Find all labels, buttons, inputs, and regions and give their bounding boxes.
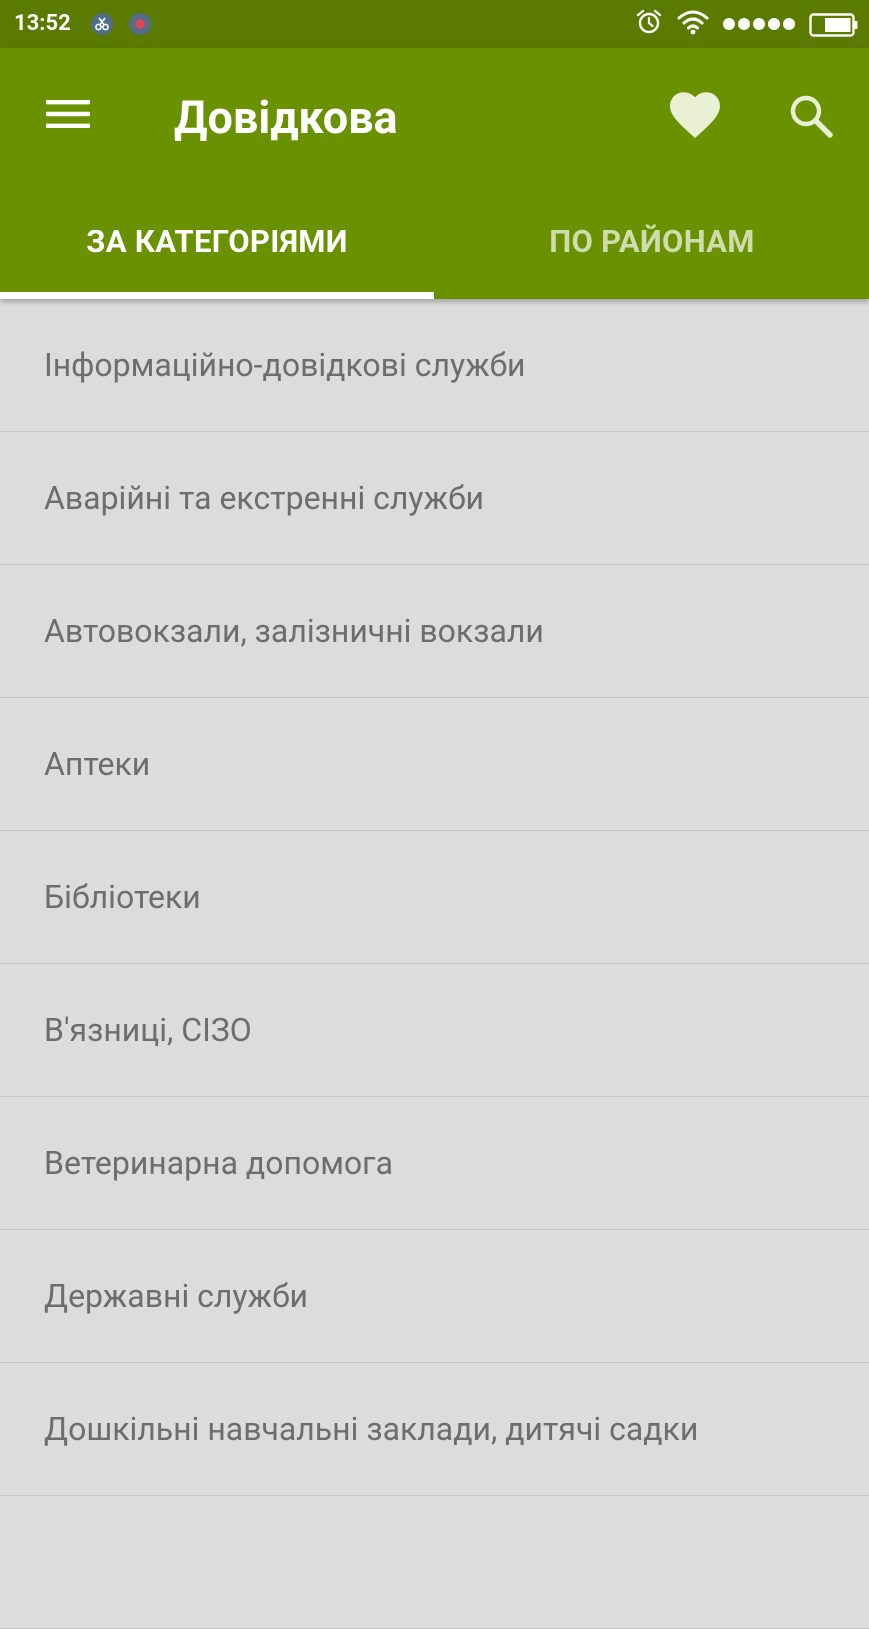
favorites-button[interactable] bbox=[664, 88, 726, 148]
category-list: Інформаційно-довідкові служби Аварійні т… bbox=[0, 299, 869, 1629]
list-item-label: Ветеринарна допомога bbox=[44, 1144, 394, 1182]
hamburger-menu-icon bbox=[46, 98, 90, 134]
list-item-label: Аварійні та екстренні служби bbox=[44, 479, 484, 517]
tab-indicator bbox=[0, 292, 434, 299]
menu-button[interactable] bbox=[36, 88, 100, 144]
list-item-label: Бібліотеки bbox=[44, 878, 201, 916]
list-item[interactable]: Автовокзали, залізничні вокзали bbox=[0, 565, 869, 698]
list-item-label: Інформаційно-довідкові служби bbox=[44, 346, 526, 384]
list-item[interactable]: Аварійні та екстренні служби bbox=[0, 432, 869, 565]
list-item[interactable]: Дошкільні навчальні заклади, дитячі садк… bbox=[0, 1363, 869, 1496]
list-item-label: Дошкільні навчальні заклади, дитячі садк… bbox=[44, 1410, 699, 1448]
tab-by-categories[interactable]: ЗА КАТЕГОРІЯМИ bbox=[0, 198, 434, 299]
app-bar: Довідкова ЗА КАТЕГОРІЯМИ ПО РАЙОНАМ bbox=[0, 48, 869, 299]
list-item[interactable]: Ветеринарна допомога bbox=[0, 1097, 869, 1230]
record-notification-icon bbox=[128, 12, 152, 36]
list-item-label: В'язниці, СІЗО bbox=[44, 1011, 252, 1049]
list-item-label: Автовокзали, залізничні вокзали bbox=[44, 612, 544, 650]
tab-label: ПО РАЙОНАМ bbox=[549, 223, 755, 260]
list-item[interactable]: В'язниці, СІЗО bbox=[0, 964, 869, 1097]
wifi-icon bbox=[677, 9, 709, 39]
list-item[interactable] bbox=[0, 1496, 869, 1629]
list-item-label: Аптеки bbox=[44, 745, 151, 783]
scissors-notification-icon bbox=[90, 12, 114, 36]
list-item[interactable]: Інформаційно-довідкові служби bbox=[0, 299, 869, 432]
search-button[interactable] bbox=[780, 88, 842, 148]
alarm-icon bbox=[635, 8, 663, 40]
list-item[interactable]: Державні служби bbox=[0, 1230, 869, 1363]
signal-icon bbox=[723, 18, 795, 30]
tab-by-districts[interactable]: ПО РАЙОНАМ bbox=[435, 198, 869, 299]
status-bar: 13:52 bbox=[0, 0, 869, 48]
heart-icon bbox=[669, 92, 721, 144]
list-item[interactable]: Бібліотеки bbox=[0, 831, 869, 964]
list-item[interactable]: Аптеки bbox=[0, 698, 869, 831]
tab-label: ЗА КАТЕГОРІЯМИ bbox=[86, 223, 348, 260]
list-item-label: Державні служби bbox=[44, 1277, 308, 1315]
battery-icon bbox=[809, 13, 858, 37]
page-title: Довідкова bbox=[174, 91, 398, 144]
search-icon bbox=[788, 93, 834, 143]
status-time: 13:52 bbox=[14, 11, 71, 36]
